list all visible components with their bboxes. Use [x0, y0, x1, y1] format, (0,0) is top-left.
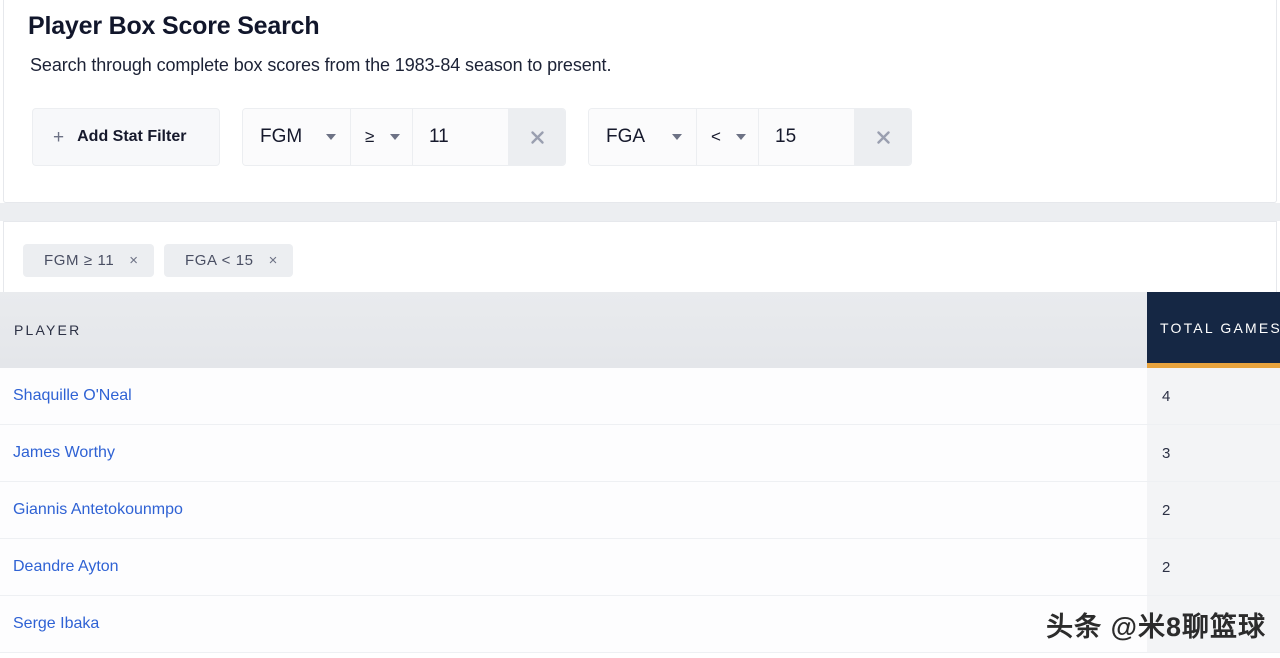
player-link[interactable]: Giannis Antetokounmpo [13, 501, 183, 519]
table-row: Shaquille O'Neal 4 [0, 368, 1280, 425]
player-link[interactable]: Deandre Ayton [13, 558, 119, 576]
section-divider [0, 203, 1280, 221]
close-icon[interactable]: × [129, 253, 138, 268]
total-games-value: 3 [1162, 444, 1171, 462]
cell-total-games: 2 [1147, 482, 1280, 538]
stat-select-fga-value: FGA [606, 126, 646, 147]
chevron-down-icon [672, 134, 682, 140]
table-row: Giannis Antetokounmpo 2 [0, 482, 1280, 539]
close-icon [876, 130, 890, 144]
player-link[interactable]: Shaquille O'Neal [13, 387, 132, 405]
cell-total-games [1147, 596, 1280, 652]
column-header-player-label: PLAYER [14, 322, 82, 338]
plus-icon: + [53, 126, 65, 148]
column-header-total-games-label: TOTAL GAMES [1160, 319, 1280, 336]
value-input-fgm[interactable]: 11 [413, 109, 509, 165]
close-icon[interactable]: × [269, 253, 278, 268]
stat-select-fgm-value: FGM [260, 126, 303, 147]
player-box-score-search-page: Player Box Score Search Search through c… [0, 0, 1280, 658]
cell-total-games: 3 [1147, 425, 1280, 481]
value-input-fga-value: 15 [775, 126, 797, 147]
chevron-down-icon [390, 134, 400, 140]
total-games-value: 2 [1162, 501, 1171, 519]
page-title: Player Box Score Search [28, 12, 320, 40]
cell-player: Giannis Antetokounmpo [0, 482, 1147, 538]
operator-select-fga-value: < [711, 127, 721, 146]
table-row: James Worthy 3 [0, 425, 1280, 482]
cell-total-games: 4 [1147, 368, 1280, 424]
active-filter-chips: FGM ≥ 11 × FGA < 15 × [23, 244, 294, 277]
table-row: Serge Ibaka [0, 596, 1280, 653]
cell-total-games: 2 [1147, 539, 1280, 595]
filter-chip-fgm[interactable]: FGM ≥ 11 × [23, 244, 155, 277]
total-games-value: 4 [1162, 387, 1171, 405]
remove-filter-fgm-button[interactable] [509, 109, 565, 165]
filter-chip-fga[interactable]: FGA < 15 × [164, 244, 294, 277]
total-games-value: 2 [1162, 558, 1171, 576]
search-card: Player Box Score Search Search through c… [3, 0, 1277, 203]
cell-player: Shaquille O'Neal [0, 368, 1147, 424]
value-input-fga[interactable]: 15 [759, 109, 855, 165]
column-header-total-games[interactable]: TOTAL GAMES [1147, 292, 1280, 368]
remove-filter-fga-button[interactable] [855, 109, 911, 165]
cell-player: Deandre Ayton [0, 539, 1147, 595]
stat-select-fgm[interactable]: FGM [243, 109, 351, 165]
cell-player: Serge Ibaka [0, 596, 1147, 652]
results-table: PLAYER TOTAL GAMES Shaquille O'Neal 4 Ja… [0, 292, 1280, 653]
value-input-fgm-value: 11 [429, 126, 449, 147]
filter-bar: + Add Stat Filter FGM ≥ 11 FGA < 15 [32, 108, 912, 166]
add-stat-filter-label: Add Stat Filter [77, 128, 187, 145]
filter-chip-fga-label: FGA < 15 [185, 252, 254, 269]
stat-filter-row-fgm: FGM ≥ 11 [242, 108, 566, 166]
active-filters-area: FGM ≥ 11 × FGA < 15 × [3, 221, 1277, 292]
chevron-down-icon [736, 134, 746, 140]
chevron-down-icon [326, 134, 336, 140]
filter-chip-fgm-label: FGM ≥ 11 [44, 252, 115, 269]
page-subtitle: Search through complete box scores from … [30, 55, 612, 75]
operator-select-fgm-value: ≥ [365, 127, 375, 146]
close-icon [530, 130, 544, 144]
table-row: Deandre Ayton 2 [0, 539, 1280, 596]
operator-select-fgm[interactable]: ≥ [351, 109, 413, 165]
cell-player: James Worthy [0, 425, 1147, 481]
add-stat-filter-button[interactable]: + Add Stat Filter [32, 108, 220, 166]
column-header-player[interactable]: PLAYER [0, 292, 1147, 368]
table-header-row: PLAYER TOTAL GAMES [0, 292, 1280, 368]
player-link[interactable]: Serge Ibaka [13, 615, 99, 633]
operator-select-fga[interactable]: < [697, 109, 759, 165]
stat-select-fga[interactable]: FGA [589, 109, 697, 165]
stat-filter-row-fga: FGA < 15 [588, 108, 912, 166]
player-link[interactable]: James Worthy [13, 444, 115, 462]
